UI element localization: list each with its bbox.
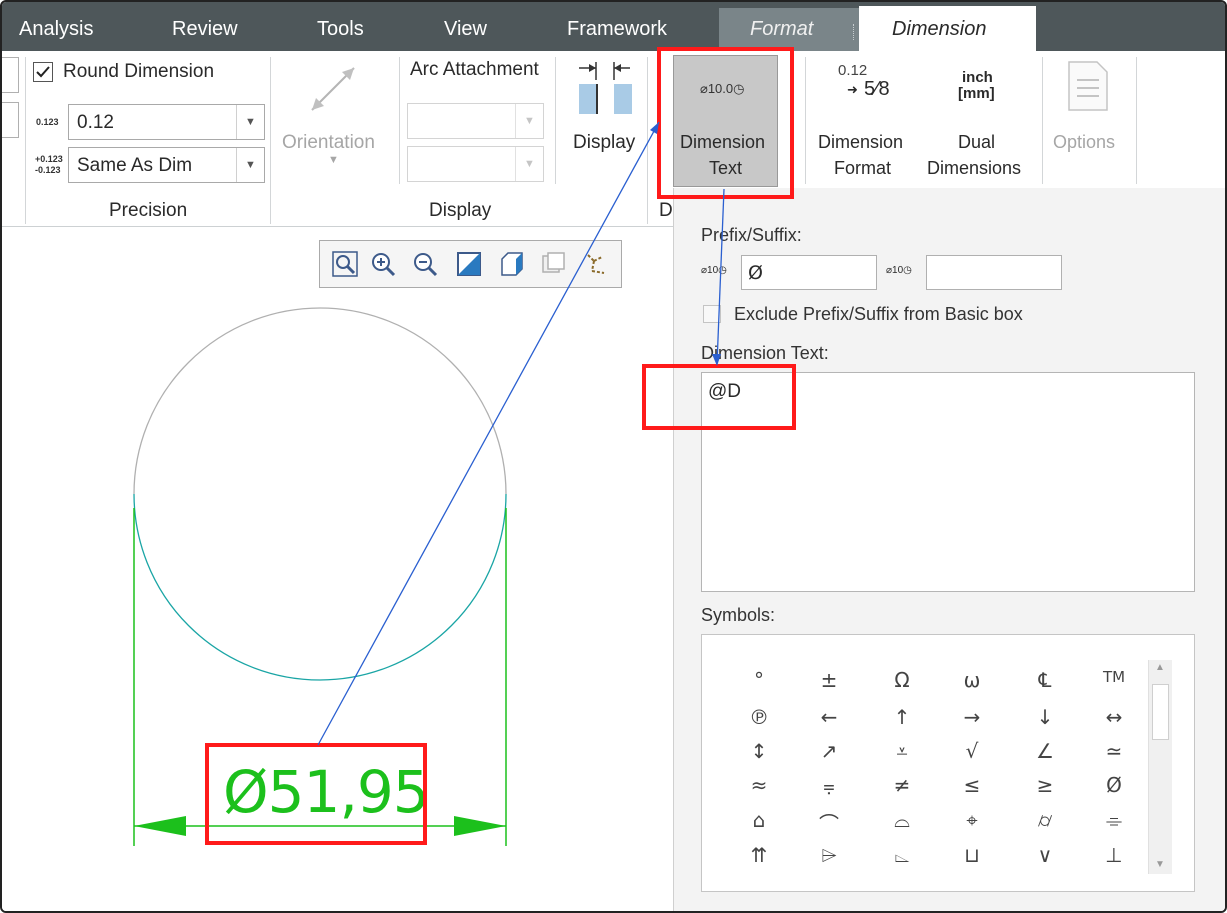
callout-leader-line <box>317 121 660 746</box>
callout-arrowhead-icon <box>712 354 721 366</box>
callout-arrows <box>317 121 725 746</box>
callout-leader-line <box>716 188 725 365</box>
callout-arrowhead-icon <box>650 122 659 134</box>
app-window: Analysis Review Tools View Framework For… <box>0 0 1227 913</box>
